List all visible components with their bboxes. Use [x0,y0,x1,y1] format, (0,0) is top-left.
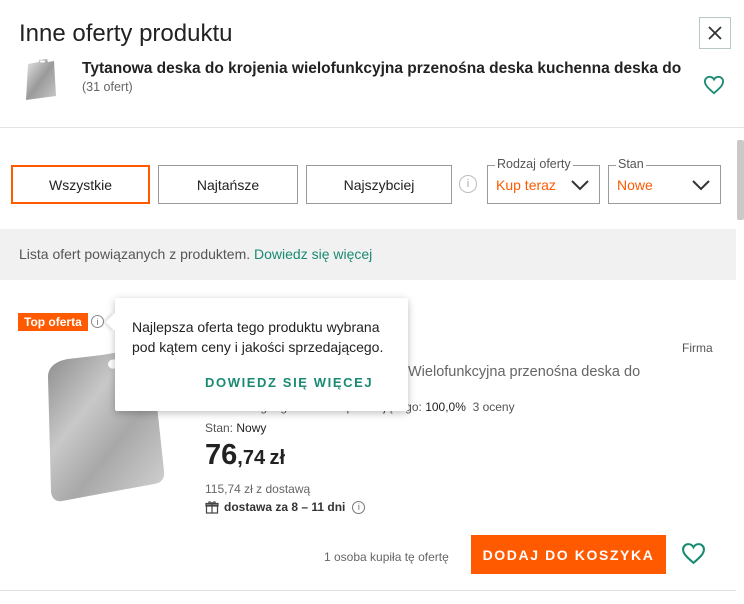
condition-info-value: Nowy [236,421,267,435]
condition-info-label: Stan: [205,421,234,435]
condition-select[interactable]: Stan Nowe [608,157,721,204]
offer-title[interactable]: Wielofunkcyjna przenośna deska do [408,364,640,380]
close-icon [708,26,722,40]
modal-header: Inne oferty produktu Tytanowa deska do k… [0,0,744,128]
gift-icon [205,501,219,514]
condition-value: Nowe [617,177,653,193]
tab-wszystkie[interactable]: Wszystkie [11,165,150,204]
product-name[interactable]: Tytanowa deska do krojenia wielofunkcyjn… [82,60,681,78]
price-cents: ,74 [237,447,266,469]
info-icon[interactable]: i [91,315,104,328]
heart-icon[interactable] [681,542,706,565]
heart-icon[interactable] [703,75,725,95]
price-with-delivery: 115,74 zł z dostawą [205,482,311,496]
offers-notice: Lista ofert powiązanych z produktem. Dow… [0,229,736,280]
offer-type-value: Kup teraz [496,177,556,193]
product-thumbnail [26,59,56,100]
condition-info: Stan: Nowy [205,421,266,435]
ratings-count: 3 oceny [472,400,515,414]
info-icon[interactable]: i [459,175,477,193]
divider [0,590,736,591]
price: 76,74 zł [205,439,285,472]
seller-type: Firma [682,341,713,355]
offer-type-label: Rodzaj oferty [495,157,573,171]
seller-rating: 100,0% [425,400,466,414]
price-currency: zł [269,447,286,469]
chevron-down-icon [571,180,589,191]
top-offer-tooltip: Najlepsza oferta tego produktu wybrana p… [105,298,408,411]
scrollbar-thumb[interactable] [737,140,744,220]
page-title: Inne oferty produktu [19,20,233,47]
delivery-text: dostawa za 8 – 11 dni [224,500,346,514]
bought-count: 1 osoba kupiła tę ofertę [324,550,449,564]
chevron-down-icon [692,180,710,191]
price-main: 76 [205,439,238,471]
tab-najszybciej[interactable]: Najszybciej [306,165,452,204]
notice-text: Lista ofert powiązanych z produktem. [19,246,251,262]
top-offer-badge: Top oferta [18,313,88,331]
delivery-info: dostawa za 8 – 11 dni i [205,500,366,514]
info-icon[interactable]: i [352,500,366,514]
filter-bar: Wszystkie Najtańsze Najszybciej i Rodzaj… [0,129,736,229]
tab-najtansze[interactable]: Najtańsze [158,165,298,204]
add-to-cart-button[interactable]: DODAJ DO KOSZYKA [471,535,666,574]
offer-type-select[interactable]: Rodzaj oferty Kup teraz [487,157,600,204]
offer-count: (31 ofert) [82,80,133,94]
close-button[interactable] [699,17,731,49]
condition-label: Stan [616,157,646,171]
tooltip-text: Najlepsza oferta tego produktu wybrana p… [132,319,384,355]
notice-link[interactable]: Dowiedz się więcej [254,246,372,262]
tooltip-learn-more-link[interactable]: DOWIEDZ SIĘ WIĘCEJ [205,375,373,390]
